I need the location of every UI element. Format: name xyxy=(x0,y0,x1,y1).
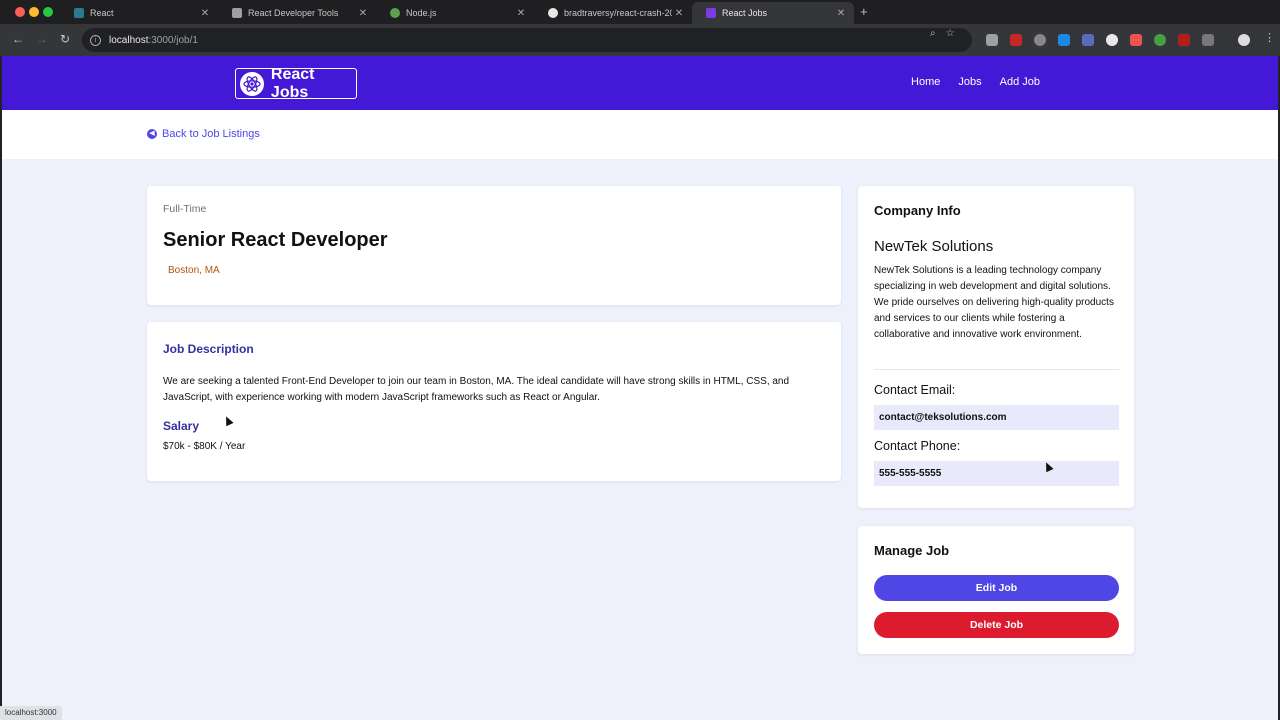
tab-label: Node.js xyxy=(406,8,437,18)
job-description-card: Job Description We are seeking a talente… xyxy=(147,322,841,481)
new-tab-icon[interactable]: + xyxy=(860,4,868,19)
address-bar[interactable]: i localhost:3000/job/1 xyxy=(82,28,972,52)
divider xyxy=(874,369,1119,370)
reload-icon[interactable]: ↻ xyxy=(60,32,70,46)
nav-jobs-link[interactable]: Jobs xyxy=(958,76,981,88)
url-path: :3000/job/1 xyxy=(148,34,198,46)
omnibox-actions: ⌕ ☆ xyxy=(930,28,955,39)
close-tab-icon[interactable]: ✕ xyxy=(356,8,370,19)
gear-extension-icon[interactable] xyxy=(1082,34,1094,46)
blue-extension-icon[interactable] xyxy=(1058,34,1070,46)
close-tab-icon[interactable]: ✕ xyxy=(198,8,212,19)
maximize-window-button[interactable] xyxy=(43,7,53,17)
manage-job-heading: Manage Job xyxy=(874,543,950,558)
company-info-card: Company Info NewTek Solutions NewTek Sol… xyxy=(858,186,1134,508)
tab-label: bradtraversy/react-crash-20 xyxy=(564,8,672,18)
job-title: Senior React Developer xyxy=(163,229,388,251)
page-viewport: React Jobs Home Jobs Add Job ◀ Back to J… xyxy=(2,56,1278,720)
react-favicon-icon xyxy=(74,8,84,18)
description-heading: Job Description xyxy=(163,342,254,356)
company-description: NewTek Solutions is a leading technology… xyxy=(874,265,1114,340)
tab-react-jobs[interactable]: React Jobs ✕ xyxy=(692,2,854,24)
logo-text: React Jobs xyxy=(270,65,315,101)
nodejs-favicon-icon xyxy=(390,8,400,18)
tab-github[interactable]: bradtraversy/react-crash-20 ✕ xyxy=(534,2,692,24)
contact-email-value: contact@teksolutions.com xyxy=(874,405,1119,430)
mail-extension-icon[interactable] xyxy=(1130,34,1142,46)
company-info-heading: Company Info xyxy=(874,203,961,218)
gray-extension-icon[interactable] xyxy=(1034,34,1046,46)
red-extension-icon[interactable] xyxy=(1010,34,1022,46)
salary-heading: Salary xyxy=(163,419,200,433)
job-description: We are seeking a talented Front-End Deve… xyxy=(163,376,790,403)
ad-extension-icon[interactable] xyxy=(1178,34,1190,46)
url-host: localhost xyxy=(109,34,149,46)
status-bar-url: localhost:3000 xyxy=(0,706,62,720)
edit-job-button[interactable]: Edit Job xyxy=(874,575,1119,601)
pen-extension-icon[interactable] xyxy=(986,34,998,46)
close-window-button[interactable] xyxy=(15,7,25,17)
contact-phone-value: 555-555-5555 xyxy=(874,461,1119,486)
browser-tab-strip: React ✕ React Developer Tools ✕ Node.js … xyxy=(0,0,1280,24)
tab-label: React xyxy=(90,8,114,18)
site-navbar: React Jobs Home Jobs Add Job xyxy=(2,56,1278,110)
minimize-window-button[interactable] xyxy=(29,7,39,17)
github-favicon-icon xyxy=(548,8,558,18)
bookmark-star-icon[interactable]: ☆ xyxy=(946,28,955,39)
contact-phone-label: Contact Phone: xyxy=(874,439,961,453)
zoom-icon[interactable]: ⌕ xyxy=(930,28,936,39)
react-logo-icon xyxy=(240,71,264,96)
back-arrow-icon[interactable]: ← xyxy=(12,32,24,46)
back-link-label: Back to Job Listings xyxy=(162,128,260,140)
company-name: NewTek Solutions xyxy=(874,238,994,255)
extensions-puzzle-icon[interactable] xyxy=(1202,34,1214,46)
react-jobs-favicon-icon xyxy=(706,8,716,18)
nav-add-job-link[interactable]: Add Job xyxy=(1000,76,1040,88)
circle-extension-icon[interactable] xyxy=(1106,34,1118,46)
arrow-left-icon: ◀ xyxy=(147,129,157,139)
contact-email-label: Contact Email: xyxy=(874,383,956,397)
profile-avatar-icon[interactable] xyxy=(1238,34,1250,46)
close-tab-icon[interactable]: ✕ xyxy=(672,8,686,19)
nav-home-link[interactable]: Home xyxy=(911,76,940,88)
manage-job-card: Manage Job Edit Job Delete Job xyxy=(858,526,1134,654)
tab-label: React Developer Tools xyxy=(248,8,339,18)
job-header-card: Full-Time Senior React Developer Boston,… xyxy=(147,186,841,305)
delete-job-button[interactable]: Delete Job xyxy=(874,612,1119,638)
job-type: Full-Time xyxy=(163,203,207,215)
menu-kebab-icon[interactable]: ⋮ xyxy=(1264,31,1276,44)
grammarly-extension-icon[interactable] xyxy=(1154,34,1166,46)
site-info-icon[interactable]: i xyxy=(90,34,101,46)
tab-label: React Jobs xyxy=(722,8,768,18)
back-to-listings-link[interactable]: ◀ Back to Job Listings xyxy=(147,128,260,140)
tab-react[interactable]: React ✕ xyxy=(60,2,218,24)
close-tab-icon[interactable]: ✕ xyxy=(514,8,528,19)
tab-react-devtools[interactable]: React Developer Tools ✕ xyxy=(218,2,376,24)
site-logo[interactable]: React Jobs xyxy=(235,65,357,101)
devtools-favicon-icon xyxy=(232,8,242,18)
job-salary: $70k - $80K / Year xyxy=(163,441,246,452)
nav-links: Home Jobs Add Job xyxy=(911,76,1040,88)
job-location-text: Boston, MA xyxy=(168,265,220,276)
close-tab-icon[interactable]: ✕ xyxy=(834,8,848,19)
forward-arrow-icon[interactable]: → xyxy=(36,32,48,46)
job-location: Boston, MA xyxy=(168,265,220,276)
tab-nodejs[interactable]: Node.js ✕ xyxy=(376,2,534,24)
